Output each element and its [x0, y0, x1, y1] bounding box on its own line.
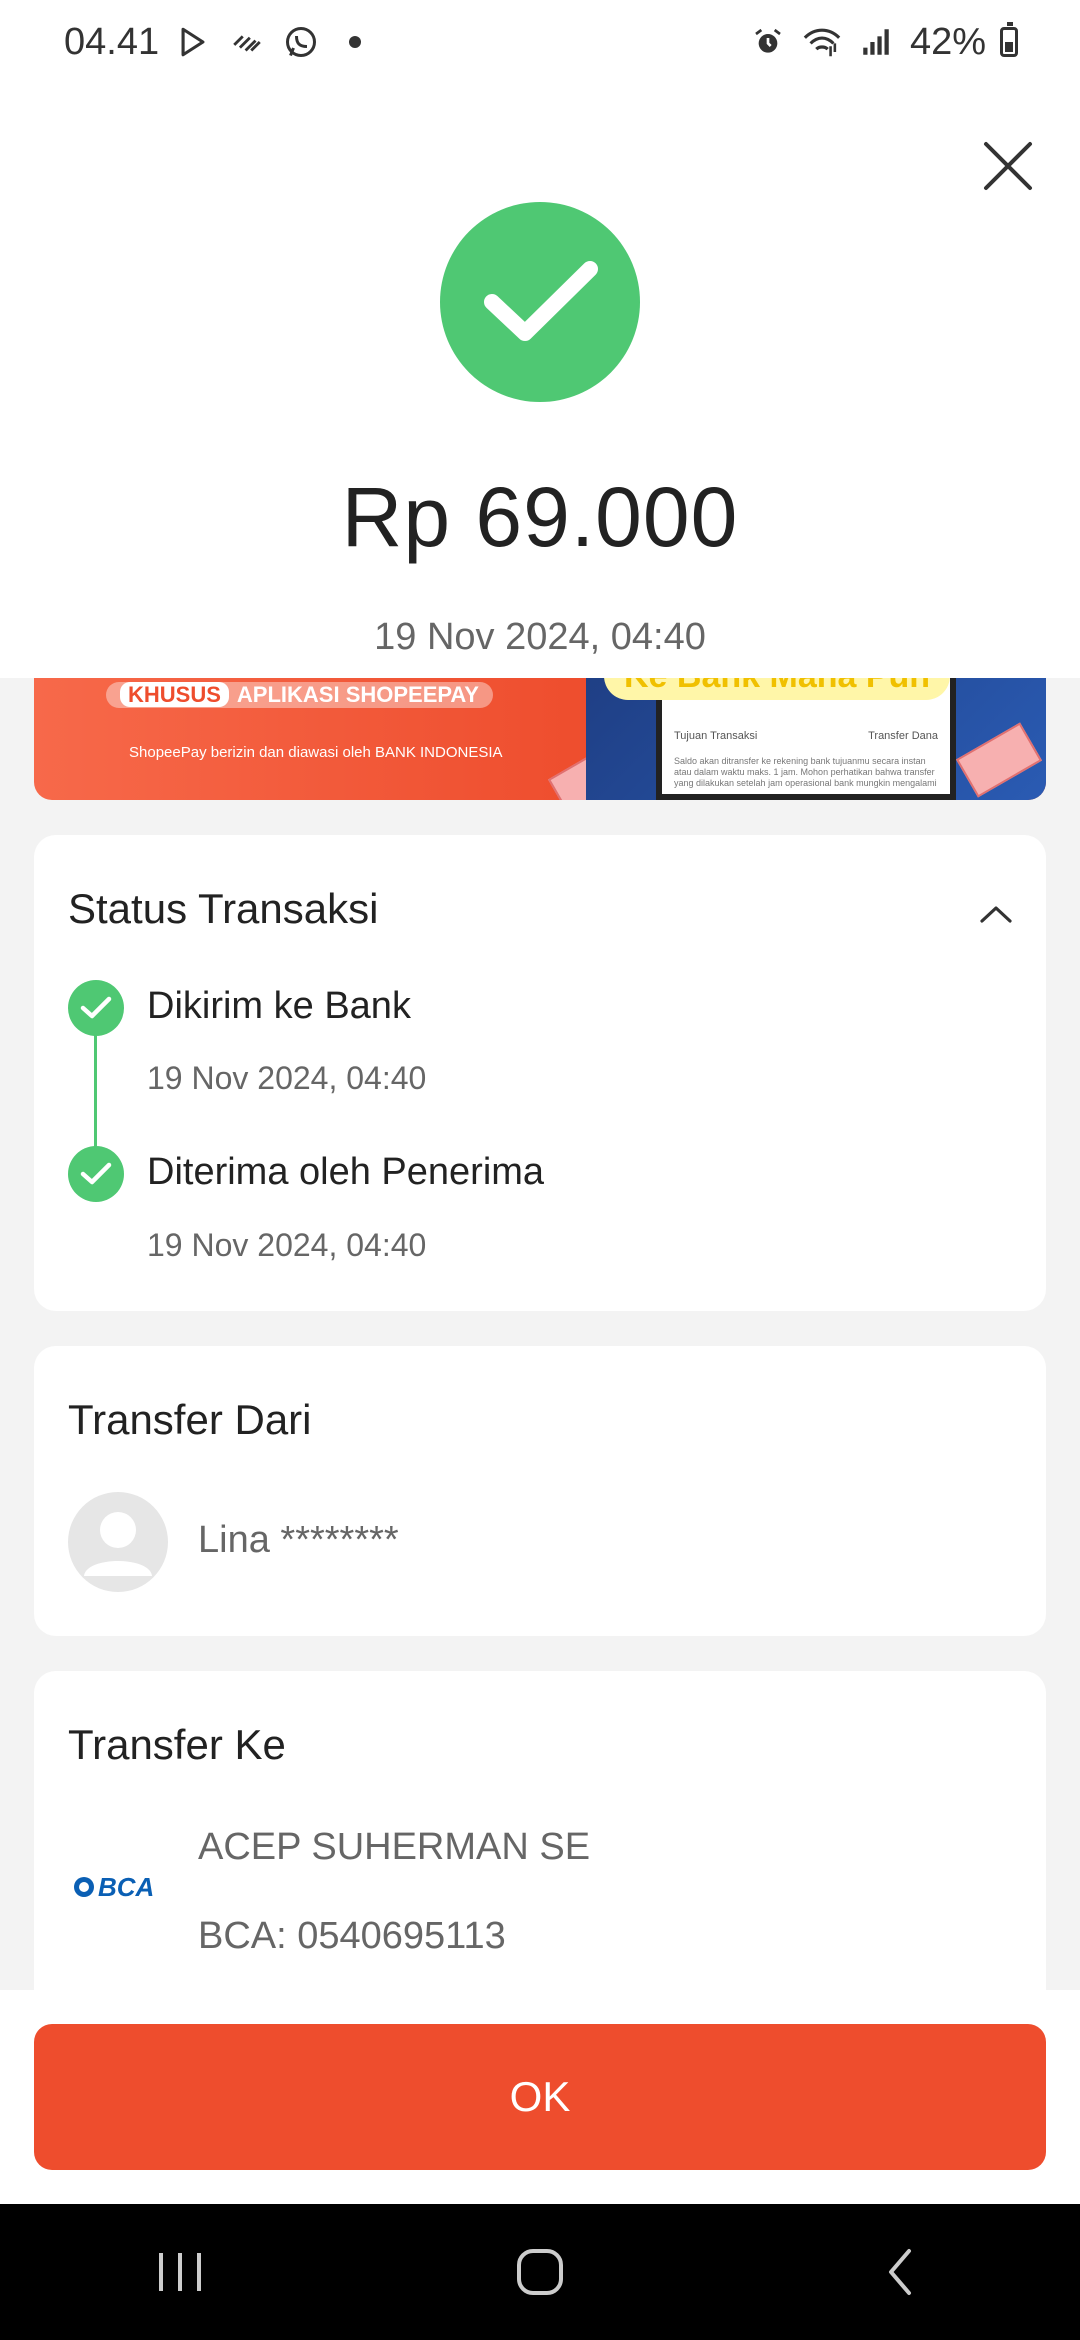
status-section-title: Status Transaksi — [68, 885, 379, 932]
sender-name: Lina ******** — [198, 1519, 399, 1561]
bca-logo-text: BCA — [98, 1872, 154, 1902]
status-time: 04.41 — [64, 20, 160, 63]
close-icon — [984, 142, 1032, 190]
transaction-date: 19 Nov 2024, 04:40 — [374, 616, 706, 658]
play-store-icon — [173, 22, 213, 62]
system-navigation-bar — [0, 2204, 1080, 2340]
user-avatar-icon — [84, 1512, 152, 1576]
collapse-button[interactable] — [976, 895, 1016, 935]
battery-fill — [1005, 41, 1013, 52]
avatar — [68, 1492, 168, 1592]
status-bar-left: 04.41 — [64, 20, 362, 64]
transaction-amount: Rp 69.000 — [341, 470, 739, 564]
transfer-from-card: Transfer Dari Lina ******** — [34, 1346, 1046, 1636]
whatsapp-icon — [281, 22, 321, 62]
chevron-up-icon — [980, 906, 1012, 923]
banner-pill: KHUSUS APLIKASI SHOPEEPAY — [106, 682, 493, 708]
banner-pill-text: APLIKASI SHOPEEPAY — [236, 682, 479, 707]
step-time: 19 Nov 2024, 04:40 — [147, 1227, 427, 1263]
success-badge — [440, 202, 640, 402]
notification-dot-icon — [349, 36, 362, 48]
data-sync-icon — [227, 22, 267, 62]
banner-headline: Ke Bank Mana Pun — [604, 678, 951, 700]
banner-pill-label: KHUSUS — [120, 682, 229, 707]
step-label: Diterima oleh Penerima — [147, 1151, 545, 1193]
checkmark-icon — [484, 261, 598, 341]
status-transaction-card: Status Transaksi Dikirim ke Bank 19 Nov … — [34, 835, 1046, 1311]
banner-screen-note: Saldo akan ditransfer ke rekening bank t… — [674, 756, 937, 788]
banner-screen-label-right: Transfer Dana — [868, 730, 938, 742]
banner-subtext: ShopeePay berizin dan diawasi oleh BANK … — [129, 744, 503, 761]
banner-screen-label-left: Tujuan Transaksi — [674, 730, 758, 742]
recipient-account: BCA: 0540695113 — [198, 1915, 506, 1957]
recipient-name: ACEP SUHERMAN SE — [198, 1826, 591, 1868]
battery-percent: 42% — [909, 20, 986, 63]
promo-banner[interactable]: KHUSUS APLIKASI SHOPEEPAY ShopeePay beriz… — [34, 678, 1046, 800]
wifi-icon — [802, 22, 842, 62]
bca-logo-icon: BCA — [68, 1867, 168, 1907]
transfer-from-title: Transfer Dari — [68, 1396, 312, 1443]
step-check-icon — [68, 1146, 124, 1202]
ok-button[interactable]: OK — [34, 2024, 1046, 2170]
step-check-icon — [68, 980, 124, 1036]
alarm-icon — [748, 22, 788, 62]
home-button[interactable] — [480, 2222, 600, 2322]
status-bar: 04.41 42% — [0, 0, 1080, 84]
transfer-to-card: Transfer Ke BCA ACEP SUHERMAN SE BCA: 05… — [34, 1671, 1046, 2031]
transfer-to-title: Transfer Ke — [68, 1721, 286, 1768]
battery-icon — [1000, 22, 1018, 57]
bottom-action-bar: OK — [0, 1990, 1080, 2204]
money-illustration-icon — [955, 722, 1043, 798]
recent-apps-icon — [159, 2253, 201, 2291]
transaction-summary: Rp 69.000 19 Nov 2024, 04:40 — [0, 84, 1080, 678]
recent-apps-button[interactable] — [120, 2222, 240, 2322]
back-button[interactable] — [840, 2222, 960, 2322]
step-time: 19 Nov 2024, 04:40 — [147, 1060, 427, 1096]
status-bar-right: 42% — [748, 21, 1018, 64]
step-label: Dikirim ke Bank — [147, 985, 411, 1027]
close-button[interactable] — [968, 126, 1048, 206]
signal-icon — [856, 22, 896, 62]
back-icon — [889, 2249, 911, 2295]
home-icon — [517, 2249, 563, 2295]
